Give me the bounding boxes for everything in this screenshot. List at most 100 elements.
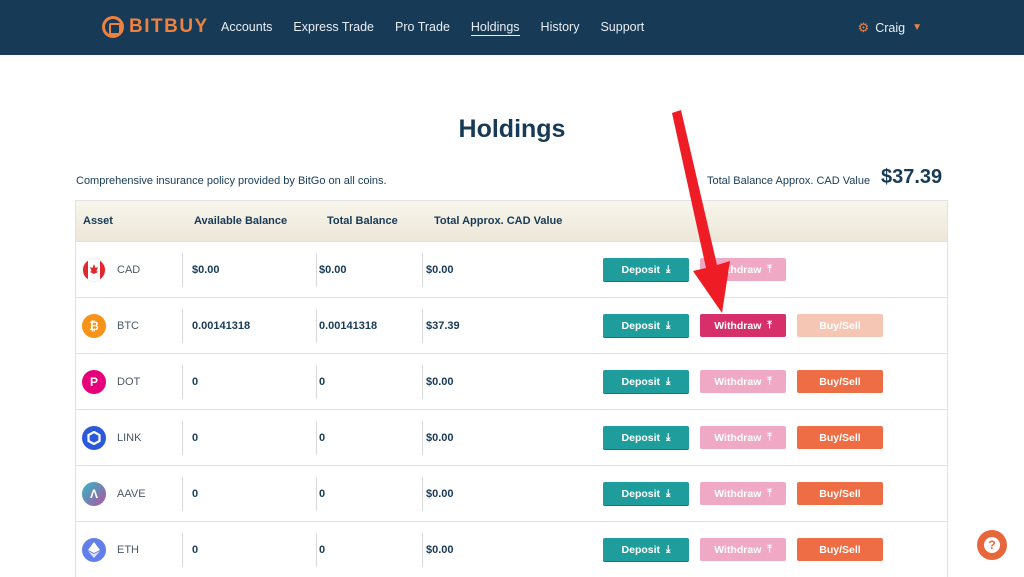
column-divider (422, 421, 423, 455)
top-navbar: BITBUY Accounts Express Trade Pro Trade … (0, 0, 1024, 55)
withdraw-button[interactable]: Withdraw ⤒ (700, 426, 786, 449)
nav-support[interactable]: Support (600, 0, 644, 55)
table-row: P DOT 0 0 $0.00 Deposit ⤓ Withdraw ⤒ Buy/S… (76, 353, 947, 409)
column-divider (316, 421, 317, 455)
available-balance: 0 (192, 544, 199, 556)
asset-symbol: ETH (117, 544, 139, 556)
available-balance: $0.00 (192, 264, 220, 276)
asset-symbol: LINK (117, 432, 142, 444)
page-title: Holdings (458, 115, 566, 143)
holdings-table: Asset Available Balance Total Balance To… (75, 200, 948, 577)
upload-icon: ⤒ (767, 488, 772, 499)
nav-accounts[interactable]: Accounts (221, 0, 272, 55)
nav-pro-trade[interactable]: Pro Trade (395, 0, 450, 55)
deposit-label: Deposit (621, 431, 661, 444)
column-divider (182, 365, 183, 399)
canada-flag-icon (82, 258, 106, 282)
withdraw-button[interactable]: Withdraw ⤒ (700, 538, 786, 561)
deposit-label: Deposit (621, 319, 661, 332)
cad-value: $37.39 (426, 320, 460, 332)
chainlink-icon (82, 426, 106, 450)
upload-icon: ⤒ (767, 376, 772, 387)
total-balance: 0 (319, 488, 326, 500)
withdraw-button[interactable]: Withdraw ⤒ (700, 482, 786, 505)
cad-value: $0.00 (426, 488, 454, 500)
buy-sell-button[interactable]: Buy/Sell (797, 538, 883, 561)
withdraw-button[interactable]: Withdraw ⤒ (700, 314, 786, 337)
ethereum-icon (82, 538, 106, 562)
insurance-note: Comprehensive insurance policy provided … (76, 175, 387, 187)
deposit-label: Deposit (621, 543, 661, 556)
user-menu[interactable]: ⚙ Craig ▼ (858, 0, 922, 55)
withdraw-button[interactable]: Withdraw ⤒ (700, 258, 786, 281)
deposit-button[interactable]: Deposit ⤓ (603, 258, 689, 281)
bitbuy-logo[interactable]: BITBUY (102, 13, 209, 41)
asset-symbol: DOT (117, 376, 141, 388)
available-balance: 0 (192, 488, 199, 500)
deposit-button[interactable]: Deposit ⤓ (603, 426, 689, 449)
withdraw-label: Withdraw (714, 375, 762, 388)
brand-name: BITBUY (129, 16, 209, 37)
nav-holdings[interactable]: Holdings (470, 0, 520, 55)
column-divider (422, 533, 423, 567)
column-divider (422, 253, 423, 287)
column-divider (182, 253, 183, 287)
download-icon: ⤓ (666, 488, 671, 499)
total-balance: 0 (319, 544, 326, 556)
download-icon: ⤓ (666, 376, 671, 387)
column-divider (182, 309, 183, 343)
deposit-label: Deposit (621, 487, 661, 500)
column-divider (316, 533, 317, 567)
buy-sell-button[interactable]: Buy/Sell (797, 370, 883, 393)
table-row: ETH 0 0 $0.00 Deposit ⤓ Withdraw ⤒ Buy/Sel… (76, 521, 947, 577)
total-balance: 0.00141318 (319, 320, 378, 332)
header-cad-value: Total Approx. CAD Value (434, 215, 563, 227)
deposit-button[interactable]: Deposit ⤓ (603, 482, 689, 505)
upload-icon: ⤒ (767, 320, 772, 331)
total-balance: $0.00 (319, 264, 347, 276)
upload-icon: ⤒ (767, 432, 772, 443)
total-balance: 0 (319, 376, 326, 388)
total-balance-label: Total Balance Approx. CAD Value (707, 175, 871, 187)
bitbuy-logo-icon (102, 16, 124, 38)
nav-history[interactable]: History (541, 0, 580, 55)
withdraw-button[interactable]: Withdraw ⤒ (700, 370, 786, 393)
buy-sell-button[interactable]: Buy/Sell (797, 482, 883, 505)
deposit-button[interactable]: Deposit ⤓ (603, 314, 689, 337)
deposit-label: Deposit (621, 375, 661, 388)
bitcoin-icon: ₿ (82, 314, 106, 338)
upload-icon: ⤒ (767, 264, 772, 275)
user-name: Craig (875, 20, 906, 35)
deposit-button[interactable]: Deposit ⤓ (603, 538, 689, 561)
cad-value: $0.00 (426, 376, 454, 388)
column-divider (422, 365, 423, 399)
aave-icon: Λ (82, 482, 106, 506)
column-divider (316, 477, 317, 511)
download-icon: ⤓ (666, 264, 671, 275)
header-total-balance: Total Balance (327, 215, 398, 227)
buy-sell-button[interactable]: Buy/Sell (797, 426, 883, 449)
nav-express-trade[interactable]: Express Trade (293, 0, 374, 55)
buy-sell-button[interactable]: Buy/Sell (797, 314, 883, 337)
column-divider (182, 477, 183, 511)
gear-icon: ⚙ (857, 19, 870, 35)
table-row: LINK 0 0 $0.00 Deposit ⤓ Withdraw ⤒ Buy/Se… (76, 409, 947, 465)
cad-value: $0.00 (426, 264, 454, 276)
help-button[interactable]: ? (977, 530, 1007, 560)
chevron-down-icon: ▼ (912, 22, 922, 33)
column-divider (316, 365, 317, 399)
header-available-balance: Available Balance (194, 215, 288, 227)
asset-symbol: CAD (117, 264, 141, 276)
withdraw-label: Withdraw (714, 487, 762, 500)
withdraw-label: Withdraw (714, 263, 762, 276)
download-icon: ⤓ (666, 320, 671, 331)
download-icon: ⤓ (666, 432, 671, 443)
header-asset: Asset (83, 215, 113, 227)
column-divider (422, 477, 423, 511)
available-balance: 0.00141318 (192, 320, 251, 332)
deposit-button[interactable]: Deposit ⤓ (603, 370, 689, 393)
total-balance-value: $37.39 (881, 166, 943, 188)
withdraw-label: Withdraw (714, 431, 762, 444)
withdraw-label: Withdraw (714, 543, 762, 556)
column-divider (422, 309, 423, 343)
